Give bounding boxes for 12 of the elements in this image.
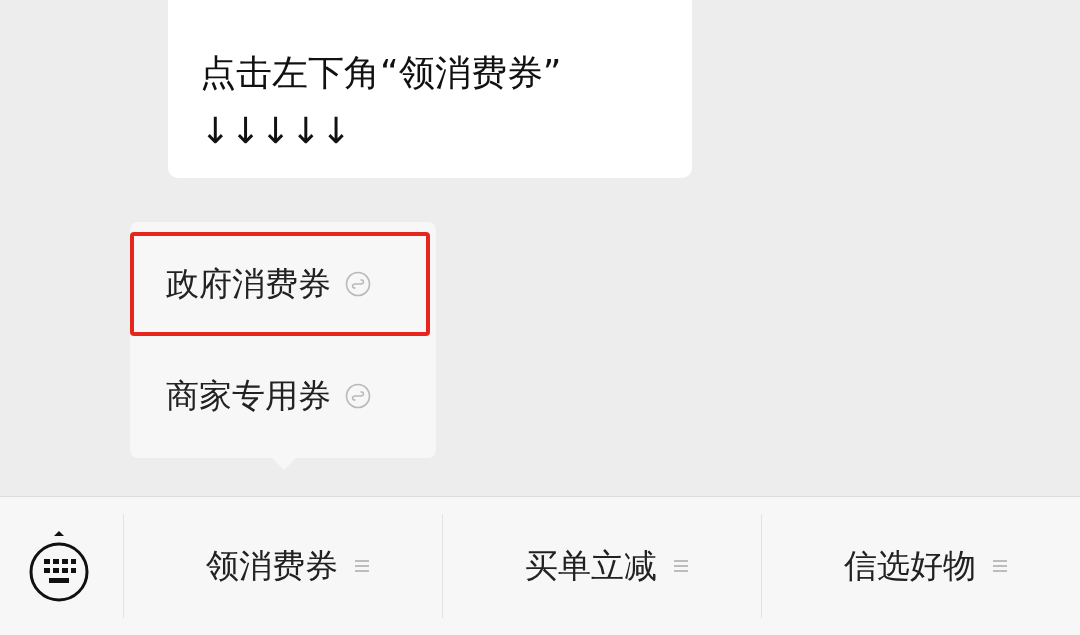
menu-tab[interactable]: 领消费券 (123, 514, 442, 618)
menu-icon (673, 558, 689, 574)
message-text: 点击左下角“领消费券” (200, 51, 563, 95)
menu-icon (992, 558, 1008, 574)
menu-icon (354, 558, 370, 574)
message-text: ↓↓↓↓↓ (200, 109, 352, 153)
menu-item[interactable]: 政府消费券 (130, 232, 430, 336)
menu-item[interactable]: 商家专用券 (130, 344, 430, 448)
mini-program-icon (345, 271, 371, 297)
mini-program-icon (345, 383, 371, 409)
menu-tab[interactable]: 信选好物 (761, 514, 1080, 618)
menu-tab[interactable]: 买单立减 (442, 514, 761, 618)
